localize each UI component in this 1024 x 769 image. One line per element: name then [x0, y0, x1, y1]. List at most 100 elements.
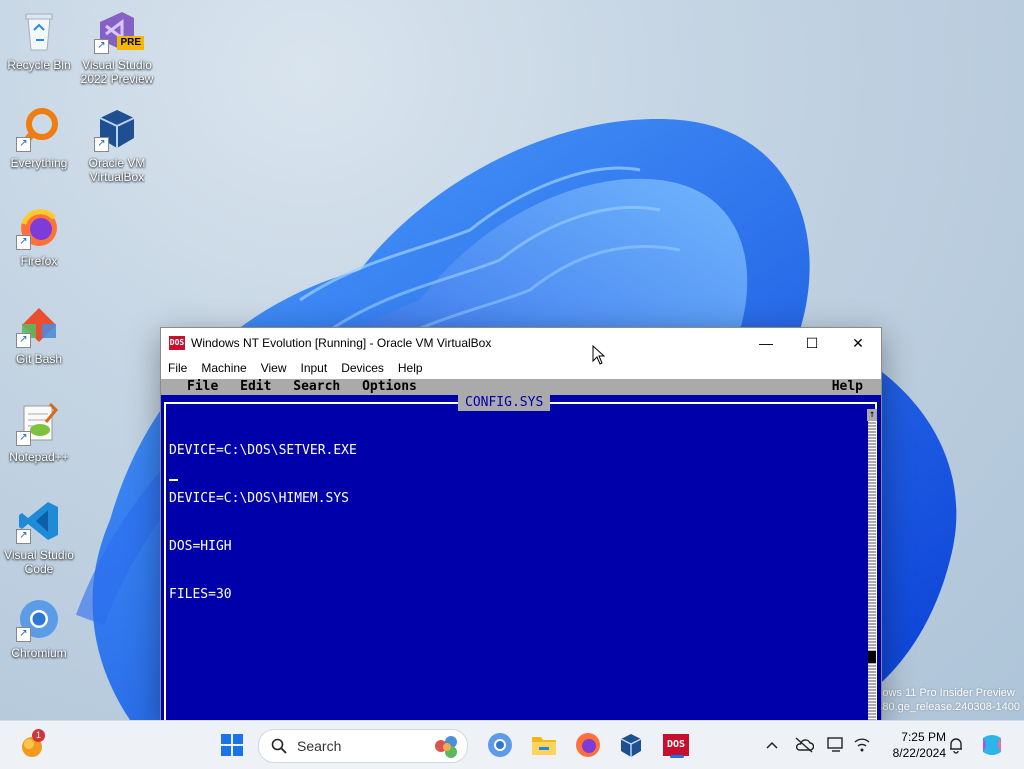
- git-bash-icon: ↗: [16, 302, 62, 348]
- taskbar-clock[interactable]: 7:25 PM 8/22/2024: [880, 729, 946, 761]
- widgets-button[interactable]: 1: [16, 729, 48, 761]
- window-titlebar[interactable]: DOS Windows NT Evolution [Running] - Ora…: [161, 328, 881, 358]
- shortcut-arrow-icon: ↗: [16, 333, 31, 348]
- dos-text-line: DEVICE=C:\DOS\HIMEM.SYS: [169, 491, 350, 506]
- tray-onedrive[interactable]: [794, 735, 814, 755]
- chromium-icon: ↗: [16, 596, 62, 642]
- virtualbox-icon: [620, 734, 642, 757]
- virtualbox-window[interactable]: DOS Windows NT Evolution [Running] - Ora…: [160, 327, 882, 720]
- notification-count-badge: 1: [32, 729, 45, 742]
- clock-time: 7:25 PM: [901, 730, 946, 744]
- show-hidden-icons-button[interactable]: [762, 735, 782, 755]
- taskbar-dos-vm[interactable]: DOS: [660, 729, 692, 761]
- maximize-button[interactable]: ☐: [789, 328, 835, 358]
- menu-help[interactable]: Help: [398, 361, 423, 375]
- taskbar-virtualbox[interactable]: [615, 729, 647, 761]
- shortcut-arrow-icon: ↗: [16, 529, 31, 544]
- dos-app-icon: DOS: [169, 336, 185, 350]
- windows-logo-icon: [221, 734, 243, 756]
- taskbar-firefox[interactable]: [572, 729, 604, 761]
- desktop-icon-vscode[interactable]: ↗ Visual Studio Code: [0, 498, 78, 576]
- tray-network[interactable]: [852, 735, 872, 755]
- dos-editor-menubar: File Edit Search Options Help: [161, 379, 881, 395]
- desktop-icon-label: Firefox: [20, 254, 58, 268]
- menu-devices[interactable]: Devices: [341, 361, 384, 375]
- display-icon: [827, 737, 843, 752]
- desktop-icon-firefox[interactable]: ↗ Firefox: [0, 204, 78, 268]
- menu-file[interactable]: File: [168, 361, 187, 375]
- taskbar-file-explorer[interactable]: [528, 729, 560, 761]
- dos-menu-file[interactable]: File: [187, 379, 218, 394]
- desktop-icon-git-bash[interactable]: ↗ Git Bash: [0, 302, 78, 366]
- shortcut-arrow-icon: ↗: [94, 39, 109, 54]
- desktop-icon-visual-studio[interactable]: PRE ↗ Visual Studio 2022 Preview: [78, 8, 156, 86]
- desktop-icon-everything[interactable]: ↗ Everything: [0, 106, 78, 170]
- dos-filename-label: CONFIG.SYS: [458, 395, 551, 411]
- firefox-icon: ↗: [16, 204, 62, 250]
- desktop-icon-label: Recycle Bin: [7, 58, 71, 72]
- cloud-offline-icon: [795, 737, 814, 753]
- preview-badge: PRE: [117, 36, 144, 50]
- search-placeholder: Search: [297, 738, 342, 754]
- dos-menu-help[interactable]: Help: [832, 379, 863, 395]
- dos-text-line: DOS=HIGH: [169, 539, 232, 554]
- taskbar-search-box[interactable]: Search: [258, 729, 468, 763]
- dos-vm-icon: DOS: [663, 734, 689, 756]
- shortcut-arrow-icon: ↗: [16, 627, 31, 642]
- desktop-icon-label: Oracle VM VirtualBox: [88, 156, 146, 184]
- search-icon: [271, 738, 287, 754]
- virtualbox-icon: ↗: [94, 106, 140, 152]
- menu-input[interactable]: Input: [301, 361, 328, 375]
- desktop-icon-label: Everything: [10, 156, 68, 170]
- windows-watermark: ows 11 Pro Insider Preview 80.ge_release…: [882, 686, 1020, 714]
- desktop-icon-notepad-plus-plus[interactable]: ↗ Notepad++: [0, 400, 78, 464]
- menu-view[interactable]: View: [261, 361, 287, 375]
- menu-machine[interactable]: Machine: [201, 361, 246, 375]
- dos-scrollbar-thumb[interactable]: [868, 651, 876, 663]
- desktop: Recycle Bin PRE ↗ Visual Studio 2022 Pre…: [0, 0, 1024, 720]
- tray-display[interactable]: [826, 735, 846, 755]
- notification-center-button[interactable]: [946, 735, 966, 755]
- desktop-icon-label: Notepad++: [9, 450, 69, 464]
- chromium-icon: [488, 733, 512, 757]
- shortcut-arrow-icon: ↗: [94, 137, 109, 152]
- recycle-bin-icon: [16, 8, 62, 54]
- everything-search-icon: ↗: [16, 106, 62, 152]
- window-title: Windows NT Evolution [Running] - Oracle …: [191, 336, 492, 350]
- taskbar: 1 Search DOS 7:25 PM 8/22/2024: [0, 720, 1024, 769]
- dos-menu-options[interactable]: Options: [362, 379, 417, 394]
- search-highlight-icon: [435, 736, 457, 758]
- dos-editor-screen[interactable]: File Edit Search Options Help CONFIG.SYS…: [161, 379, 881, 720]
- dos-menu-search[interactable]: Search: [293, 379, 340, 394]
- desktop-icon-recycle-bin[interactable]: Recycle Bin: [0, 8, 78, 72]
- start-button[interactable]: [216, 729, 248, 761]
- desktop-icon-label: Chromium: [11, 646, 67, 660]
- folder-icon: [532, 737, 556, 755]
- dos-menu-edit[interactable]: Edit: [240, 379, 271, 394]
- taskbar-chromium[interactable]: [484, 729, 516, 761]
- vscode-icon: ↗: [16, 498, 62, 544]
- dos-text-cursor: [169, 479, 178, 481]
- bell-icon: [950, 738, 962, 754]
- virtualbox-menubar: File Machine View Input Devices Help: [161, 358, 881, 378]
- firefox-icon: [576, 733, 600, 757]
- minimize-button[interactable]: —: [743, 328, 789, 358]
- visual-studio-icon: PRE ↗: [94, 8, 144, 54]
- dos-scrollbar-track[interactable]: [868, 412, 876, 720]
- watermark-line-2: 80.ge_release.240308-1400: [882, 701, 1020, 713]
- shortcut-arrow-icon: ↗: [16, 431, 31, 446]
- close-button[interactable]: ✕: [835, 328, 881, 358]
- chevron-up-icon: [766, 741, 778, 749]
- dos-editor-text[interactable]: DEVICE=C:\DOS\SETVER.EXE DEVICE=C:\DOS\H…: [169, 411, 357, 635]
- watermark-line-1: ows 11 Pro Insider Preview: [882, 687, 1015, 699]
- desktop-icon-virtualbox[interactable]: ↗ Oracle VM VirtualBox: [78, 106, 156, 184]
- copilot-button[interactable]: [976, 729, 1008, 761]
- desktop-icon-label: Visual Studio Code: [4, 548, 74, 576]
- dos-text-line: FILES=30: [169, 587, 232, 602]
- active-window-indicator: [670, 755, 684, 758]
- shortcut-arrow-icon: ↗: [16, 235, 31, 250]
- copilot-icon: [983, 735, 1001, 755]
- desktop-icon-chromium[interactable]: ↗ Chromium: [0, 596, 78, 660]
- dos-scroll-up-arrow-icon[interactable]: ↑: [867, 409, 877, 421]
- dos-text-line: DEVICE=C:\DOS\SETVER.EXE: [169, 443, 357, 458]
